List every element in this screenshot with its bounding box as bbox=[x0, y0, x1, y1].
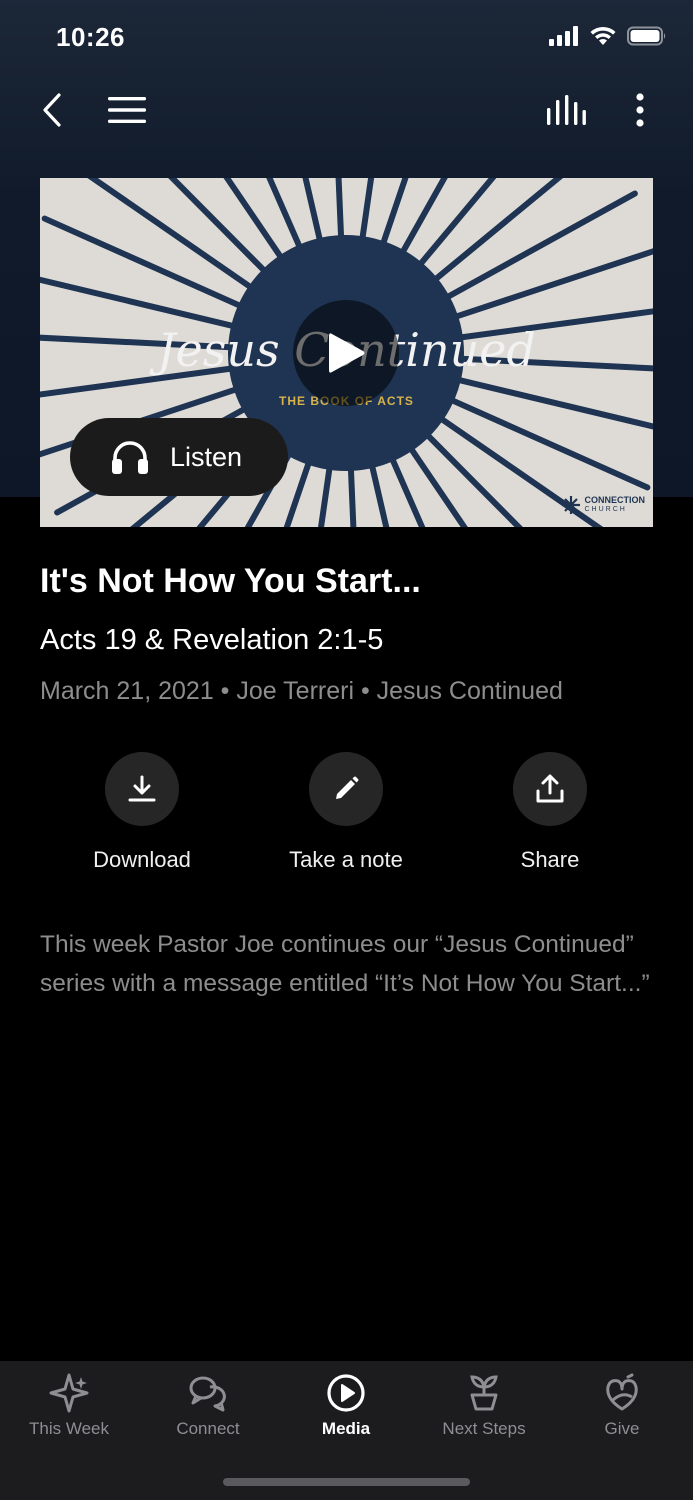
home-indicator bbox=[223, 1478, 470, 1486]
navigation-bar bbox=[0, 80, 693, 144]
tab-connect[interactable]: Connect bbox=[139, 1373, 277, 1439]
download-button[interactable]: Download bbox=[52, 752, 232, 873]
play-circle-icon bbox=[327, 1374, 365, 1412]
sunburst-ray bbox=[223, 178, 283, 259]
sunburst-ray bbox=[302, 178, 323, 242]
sunburst-ray bbox=[400, 178, 448, 254]
share-button[interactable]: Share bbox=[460, 752, 640, 873]
tab-bar: This Week Connect Media Next Steps Give bbox=[0, 1361, 693, 1500]
share-icon bbox=[536, 774, 564, 803]
status-icons bbox=[549, 26, 667, 46]
tab-next-steps[interactable]: Next Steps bbox=[415, 1373, 553, 1439]
tab-this-week[interactable]: This Week bbox=[0, 1373, 138, 1439]
wifi-icon bbox=[590, 26, 616, 45]
play-button[interactable] bbox=[293, 300, 399, 406]
sermon-title: It's Not How You Start... bbox=[40, 562, 421, 600]
more-vertical-icon bbox=[636, 93, 644, 127]
chat-bubbles-icon bbox=[189, 1376, 226, 1412]
download-label: Download bbox=[93, 847, 191, 872]
share-label: Share bbox=[520, 847, 580, 872]
cellular-signal-icon bbox=[549, 26, 578, 46]
take-note-circle[interactable] bbox=[309, 752, 383, 826]
chevron-left-icon bbox=[43, 93, 61, 127]
battery-icon bbox=[627, 26, 666, 46]
more-options-button[interactable] bbox=[622, 80, 658, 140]
tab-label: Media bbox=[321, 1419, 371, 1438]
sunburst-ray bbox=[348, 467, 357, 527]
status-time: 10:26 bbox=[56, 22, 125, 52]
listen-button[interactable]: Listen bbox=[70, 418, 288, 496]
status-bar: 10:26 bbox=[0, 0, 693, 78]
back-button[interactable] bbox=[32, 80, 72, 140]
tab-label: Next Steps bbox=[442, 1419, 526, 1438]
tab-media[interactable]: Media bbox=[277, 1373, 415, 1439]
hamburger-menu-icon bbox=[108, 97, 146, 123]
sunburst-ray bbox=[40, 276, 235, 329]
sunburst-ray bbox=[335, 178, 344, 239]
take-note-button[interactable]: Take a note bbox=[256, 752, 436, 873]
sermon-description: This week Pastor Joe continues our “Jesu… bbox=[40, 931, 650, 997]
download-circle[interactable] bbox=[105, 752, 179, 826]
tab-give[interactable]: Give bbox=[553, 1373, 691, 1439]
sunburst-ray bbox=[455, 248, 653, 319]
download-icon bbox=[128, 775, 156, 802]
pencil-icon bbox=[336, 776, 359, 799]
church-logo: CONNECTION CHURCH bbox=[561, 495, 646, 515]
sunburst-ray bbox=[369, 464, 390, 527]
sprout-icon bbox=[470, 1375, 498, 1411]
logo-line-1: CONNECTION bbox=[584, 495, 646, 505]
listen-label: Listen bbox=[170, 441, 243, 472]
take-note-label: Take a note bbox=[289, 847, 403, 872]
cross-logo-icon bbox=[561, 496, 580, 514]
play-icon bbox=[329, 333, 365, 373]
share-circle[interactable] bbox=[513, 752, 587, 826]
audio-player-button[interactable] bbox=[542, 80, 590, 140]
give-icon bbox=[606, 1373, 638, 1411]
audio-bars-icon bbox=[547, 95, 586, 125]
sermon-meta: March 21, 2021 • Joe Terreri • Jesus Con… bbox=[40, 677, 563, 705]
tab-label: Give bbox=[604, 1419, 640, 1438]
headphones-icon bbox=[112, 441, 148, 474]
tab-label: Connect bbox=[176, 1419, 240, 1438]
scripture-reference: Acts 19 & Revelation 2:1-5 bbox=[40, 624, 384, 656]
sunburst-ray bbox=[168, 178, 266, 273]
sunburst-ray bbox=[409, 447, 468, 527]
menu-button[interactable] bbox=[104, 80, 150, 140]
sparkle-icon bbox=[49, 1373, 89, 1413]
logo-line-2: CHURCH bbox=[584, 506, 627, 513]
tab-label: This Week bbox=[29, 1419, 109, 1438]
